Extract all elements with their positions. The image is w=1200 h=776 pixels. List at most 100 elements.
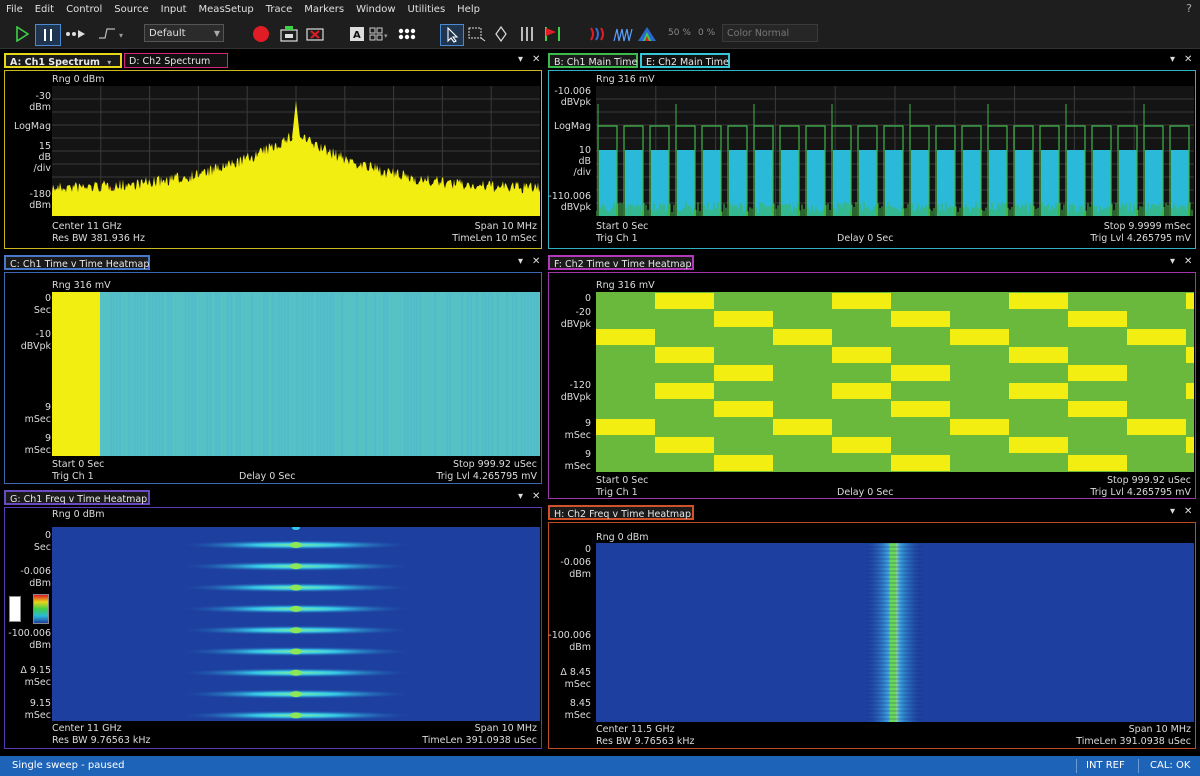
plot-graphic bbox=[864, 543, 924, 722]
y-axis-ref-unit: dBm bbox=[569, 569, 591, 580]
heatmap-plot-frame: Rng 316 mV 0 -20 dBVpk -120 dBVpk 9 mSec… bbox=[548, 272, 1196, 499]
heatmap-cell bbox=[891, 365, 950, 381]
heatmap-cell bbox=[714, 365, 773, 381]
waterfall-icon[interactable] bbox=[612, 24, 634, 44]
menu-markers[interactable]: Markers bbox=[298, 0, 350, 20]
menu-control[interactable]: Control bbox=[60, 0, 108, 20]
menu-meassetup[interactable]: MeasSetup bbox=[193, 0, 260, 20]
menu-trace[interactable]: Trace bbox=[260, 0, 299, 20]
close-icon[interactable]: ✕ bbox=[1184, 54, 1192, 65]
close-icon[interactable]: ✕ bbox=[1184, 256, 1192, 267]
pane-menu-icon[interactable]: ▾ bbox=[518, 491, 523, 502]
tab-ch1-freq-heatmap[interactable]: G: Ch1 Freq v Time Heatmap bbox=[4, 490, 150, 505]
heatmap-cell bbox=[950, 329, 1009, 345]
pane-ch2-freq-heatmap: H: Ch2 Freq v Time Heatmap ▾ ✕ Rng 0 dBm… bbox=[548, 505, 1196, 749]
y-axis-bottom-value: 8.45 bbox=[569, 698, 591, 709]
text-label-icon[interactable]: A bbox=[348, 24, 366, 44]
help-icon[interactable]: ? bbox=[1186, 2, 1192, 15]
y-axis-top-unit: Sec bbox=[33, 305, 51, 316]
delay: Delay 0 Sec bbox=[837, 233, 894, 244]
grid-layout-icon[interactable]: ▾ bbox=[368, 24, 390, 44]
heatmap-cell bbox=[1186, 293, 1194, 309]
stop-capture-icon[interactable] bbox=[304, 24, 326, 44]
menu-utilities[interactable]: Utilities bbox=[402, 0, 452, 20]
y-axis-ref-value: -0.006 bbox=[560, 557, 591, 568]
y-axis-ref-value: -20 bbox=[575, 307, 591, 318]
color-mode-select[interactable]: Color Normal bbox=[722, 24, 818, 42]
color-scale-handle[interactable] bbox=[9, 596, 21, 622]
y-axis-ref-unit: dBVpk bbox=[560, 319, 591, 330]
preset-select[interactable]: Default ▼ bbox=[144, 24, 224, 42]
heatmap-cell bbox=[596, 419, 655, 435]
y-axis-bottom-value: 9 bbox=[584, 449, 591, 460]
heatmap-cell bbox=[832, 293, 891, 309]
close-icon[interactable]: ✕ bbox=[532, 491, 540, 502]
pane-menu-icon[interactable]: ▾ bbox=[1170, 256, 1175, 267]
heatmap-cell bbox=[1068, 401, 1127, 417]
play-icon[interactable] bbox=[12, 24, 32, 44]
tab-ch2-freq-heatmap[interactable]: H: Ch2 Freq v Time Heatmap bbox=[548, 505, 694, 520]
heatmap-cell bbox=[773, 419, 832, 435]
calibration-status[interactable]: CAL: OK bbox=[1150, 760, 1190, 771]
pane-menu-icon[interactable]: ▾ bbox=[1170, 506, 1175, 517]
cluster-icon[interactable] bbox=[396, 24, 418, 44]
pane-tabbar: A: Ch1 Spectrum ▾ D: Ch2 Spectrum ▾ ✕ bbox=[4, 53, 542, 70]
spectrum-trace-area[interactable] bbox=[52, 86, 540, 216]
tab-ch2-time-heatmap[interactable]: F: Ch2 Time v Time Heatmap bbox=[548, 255, 694, 270]
span: Span 10 MHz bbox=[474, 723, 537, 734]
heatmap-cell bbox=[891, 401, 950, 417]
marker-flag-icon[interactable] bbox=[542, 24, 564, 44]
menu-file[interactable]: File bbox=[0, 0, 29, 20]
pointer-icon[interactable] bbox=[440, 24, 464, 46]
pane-menu-icon[interactable]: ▾ bbox=[518, 54, 523, 65]
chirp-center bbox=[290, 712, 302, 719]
y-axis-scale-value: 15 bbox=[38, 141, 51, 152]
color-scale-legend[interactable] bbox=[33, 594, 49, 624]
tab-ch2-spectrum[interactable]: D: Ch2 Spectrum bbox=[124, 53, 228, 68]
marker-diamond-icon[interactable] bbox=[492, 24, 510, 44]
start-time: Start 0 Sec bbox=[596, 221, 649, 232]
tab-ch2-main-time[interactable]: E: Ch2 Main Time bbox=[640, 53, 730, 68]
capture-icon[interactable] bbox=[278, 24, 300, 44]
close-icon[interactable]: ✕ bbox=[532, 256, 540, 267]
close-icon[interactable]: ✕ bbox=[1184, 506, 1192, 517]
pane-menu-icon[interactable]: ▾ bbox=[518, 256, 523, 267]
int-ref-indicator[interactable]: INT REF bbox=[1086, 760, 1125, 771]
menu-input[interactable]: Input bbox=[155, 0, 193, 20]
record-icon[interactable] bbox=[250, 24, 272, 44]
menu-edit[interactable]: Edit bbox=[29, 0, 60, 20]
heatmap-cell bbox=[655, 293, 714, 309]
menu-window[interactable]: Window bbox=[350, 0, 401, 20]
svg-text:▾: ▾ bbox=[384, 32, 388, 40]
menu-source[interactable]: Source bbox=[108, 0, 154, 20]
menu-help[interactable]: Help bbox=[451, 0, 486, 20]
y-axis-bottom-unit: mSec bbox=[24, 445, 51, 456]
y-axis-format: LogMag bbox=[553, 121, 591, 132]
step-icon[interactable] bbox=[64, 24, 88, 44]
tab-ch1-main-time[interactable]: B: Ch1 Main Time bbox=[548, 53, 638, 68]
columns-icon[interactable] bbox=[518, 24, 536, 44]
chirp-center bbox=[290, 669, 302, 676]
pause-icon[interactable] bbox=[35, 24, 61, 46]
peak-icon[interactable] bbox=[636, 24, 658, 44]
tab-ch1-spectrum[interactable]: A: Ch1 Spectrum ▾ bbox=[4, 53, 122, 68]
y-axis-bottom-value: -110.006 bbox=[548, 191, 591, 202]
heatmap-plot-frame: Rng 316 mV 0 Sec -10 dBVpk 9 mSec 9 mSec… bbox=[4, 272, 542, 484]
range-label: Rng 316 mV bbox=[596, 74, 655, 85]
close-icon[interactable]: ✕ bbox=[532, 54, 540, 65]
time-plot-frame: Rng 316 mV -10.006 dBVpk LogMag 10 dB /d… bbox=[548, 70, 1196, 249]
trigger-icon[interactable]: ▾ bbox=[96, 24, 132, 44]
y-axis-bottom-value: 9 bbox=[44, 433, 51, 444]
tab-ch1-time-heatmap[interactable]: C: Ch1 Time v Time Heatmap bbox=[4, 255, 150, 270]
heatmap-area[interactable] bbox=[52, 527, 540, 721]
y-axis-top-unit: dBm bbox=[29, 102, 51, 113]
pane-tabbar: H: Ch2 Freq v Time Heatmap ▾ ✕ bbox=[548, 505, 1196, 522]
heatmap-cell bbox=[1009, 347, 1068, 363]
spectrogram-icon[interactable] bbox=[588, 24, 610, 44]
pane-menu-icon[interactable]: ▾ bbox=[1170, 54, 1175, 65]
time-trace-area[interactable] bbox=[596, 86, 1194, 216]
heatmap-area[interactable] bbox=[596, 543, 1194, 722]
heatmap-area[interactable] bbox=[596, 292, 1194, 472]
zoom-box-icon[interactable] bbox=[466, 24, 488, 44]
heatmap-area[interactable] bbox=[52, 292, 540, 456]
